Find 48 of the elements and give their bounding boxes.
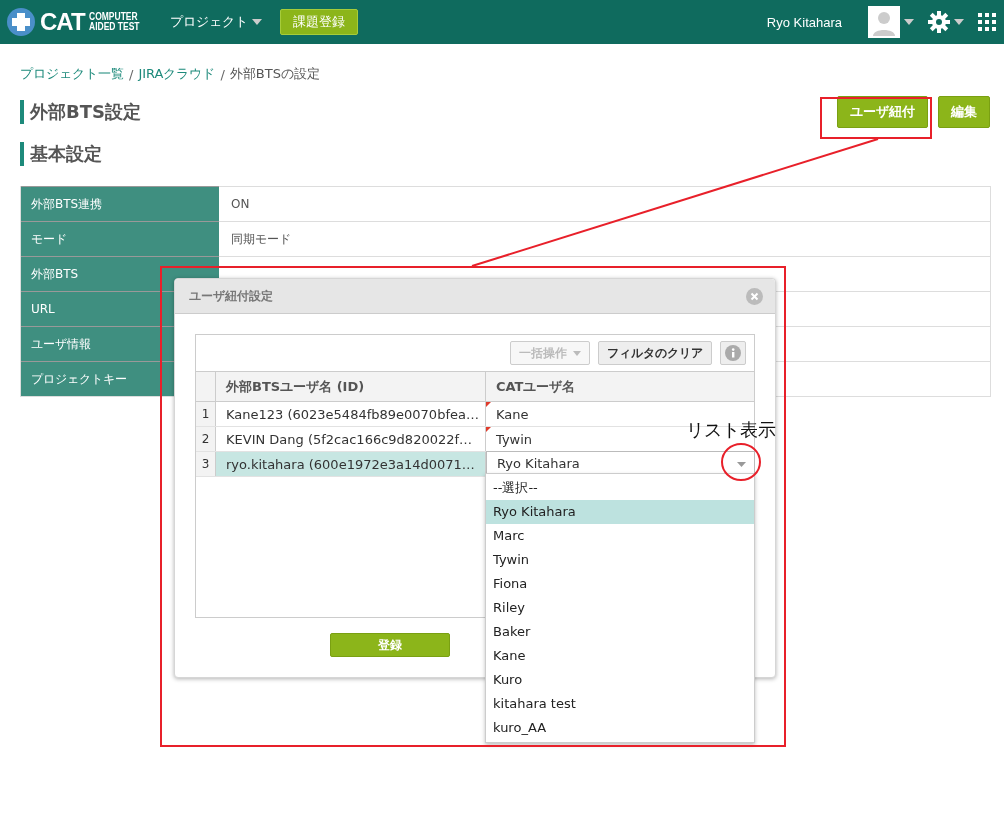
project-menu[interactable]: プロジェクト — [170, 13, 262, 31]
dropdown-option[interactable]: Marc — [486, 524, 754, 548]
section-title: 基本設定 — [20, 142, 990, 166]
logo-subtitle: AIDED TEST — [88, 22, 140, 32]
user-name[interactable]: Ryo Kitahara — [766, 14, 842, 30]
caret-icon[interactable] — [904, 19, 914, 25]
dropdown-option[interactable]: kuro_AA — [486, 716, 754, 740]
dropdown-option[interactable]: Kane — [486, 644, 754, 668]
row-number: 1 — [196, 402, 216, 426]
apps-grid-icon[interactable] — [978, 13, 996, 31]
breadcrumb-separator: / — [129, 66, 134, 82]
page-title: 外部BTS設定 — [20, 100, 141, 124]
table-cell: ryo.kitahara (600e1972e3a14d0071… — [216, 452, 486, 476]
setting-label: モード — [21, 221, 219, 256]
cross-logo-icon — [6, 7, 36, 37]
caret-icon — [573, 350, 581, 356]
setting-value: ON — [231, 197, 250, 211]
dropdown-option[interactable]: Tywin — [486, 548, 754, 572]
clear-filter-button[interactable]: フィルタのクリア — [598, 341, 712, 365]
row-number: 2 — [196, 427, 216, 451]
caret-icon — [737, 462, 746, 467]
info-icon — [725, 345, 741, 361]
dropdown-option[interactable]: --選択-- — [486, 476, 754, 500]
breadcrumb-separator: / — [220, 66, 225, 82]
breadcrumb-current-page: 外部BTSの設定 — [229, 65, 320, 83]
breadcrumb-link[interactable]: JIRAクラウド — [138, 65, 216, 83]
caret-icon[interactable] — [954, 19, 964, 25]
setting-label: 外部BTS連携 — [21, 186, 219, 221]
dropdown-option[interactable]: Fiona — [486, 572, 754, 596]
caret-icon — [252, 19, 262, 25]
dropdown-option[interactable]: Baker — [486, 620, 754, 644]
logo-text: CAT — [40, 8, 85, 36]
dropdown-option[interactable]: Kuro — [486, 668, 754, 692]
dropdown-option[interactable]: Riley — [486, 596, 754, 620]
logo-subtitle: COMPUTER — [88, 12, 139, 22]
annotation-label: リスト表示 — [686, 418, 776, 442]
column-header: 外部BTSユーザ名 (ID) — [216, 372, 486, 401]
table-cell: Kane — [496, 406, 529, 422]
table-cell: Tywin — [496, 431, 533, 447]
row-number: 3 — [196, 452, 216, 476]
highlight-circle — [721, 443, 761, 481]
dropdown-option[interactable]: kitahara test — [486, 692, 754, 716]
breadcrumb-link[interactable]: プロジェクト一覧 — [20, 65, 124, 83]
column-header: CATユーザ名 — [495, 377, 577, 396]
settings-icon[interactable] — [928, 11, 950, 33]
info-button[interactable] — [720, 341, 746, 365]
dropdown-option[interactable]: Ryo Kitahara — [486, 500, 754, 524]
setting-value: 同期モード — [231, 230, 291, 248]
